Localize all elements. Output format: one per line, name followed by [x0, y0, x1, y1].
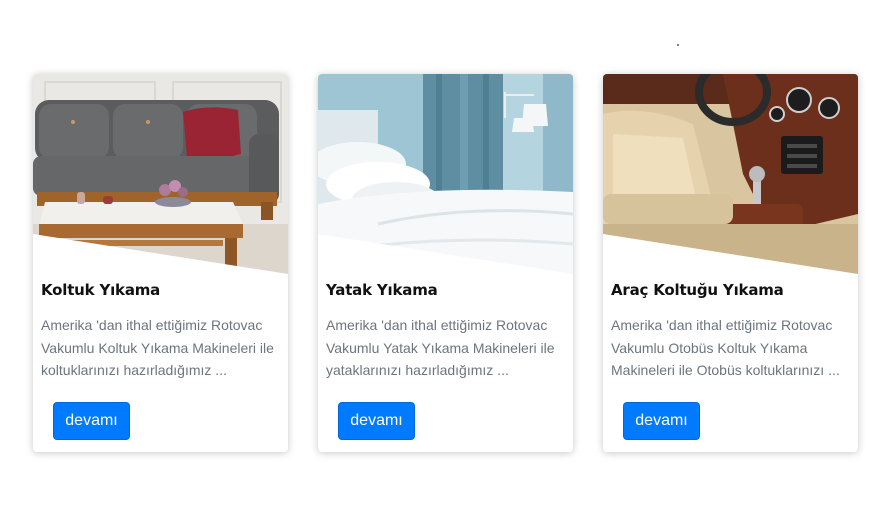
page: Koltuk Yıkama Amerika 'dan ithal ettiğim… — [0, 0, 884, 521]
card-image-sofa — [33, 74, 288, 274]
devami-button[interactable]: devamı — [338, 402, 415, 440]
card-description: Amerika 'dan ithal ettiğimiz Rotovac Vak… — [326, 317, 555, 378]
service-card-arac: Araç Koltuğu Yıkama Amerika 'dan ithal e… — [603, 74, 858, 452]
card-title: Koltuk Yıkama — [41, 281, 161, 299]
sofa-image — [33, 74, 288, 274]
devami-button[interactable]: devamı — [53, 402, 130, 440]
card-title: Araç Koltuğu Yıkama — [611, 281, 784, 299]
devami-button[interactable]: devamı — [623, 402, 700, 440]
service-card-koltuk: Koltuk Yıkama Amerika 'dan ithal ettiğim… — [33, 74, 288, 452]
car-interior-image — [603, 74, 858, 274]
decorative-dot — [677, 44, 679, 46]
card-image-car — [603, 74, 858, 274]
card-description: Amerika 'dan ithal ettiğimiz Rotovac Vak… — [41, 317, 274, 378]
service-card-yatak: Yatak Yıkama Amerika 'dan ithal ettiğimi… — [318, 74, 573, 452]
card-title: Yatak Yıkama — [326, 281, 438, 299]
card-image-bed — [318, 74, 573, 274]
bed-image — [318, 74, 573, 274]
card-description: Amerika 'dan ithal ettiğimiz Rotovac Vak… — [611, 317, 840, 378]
